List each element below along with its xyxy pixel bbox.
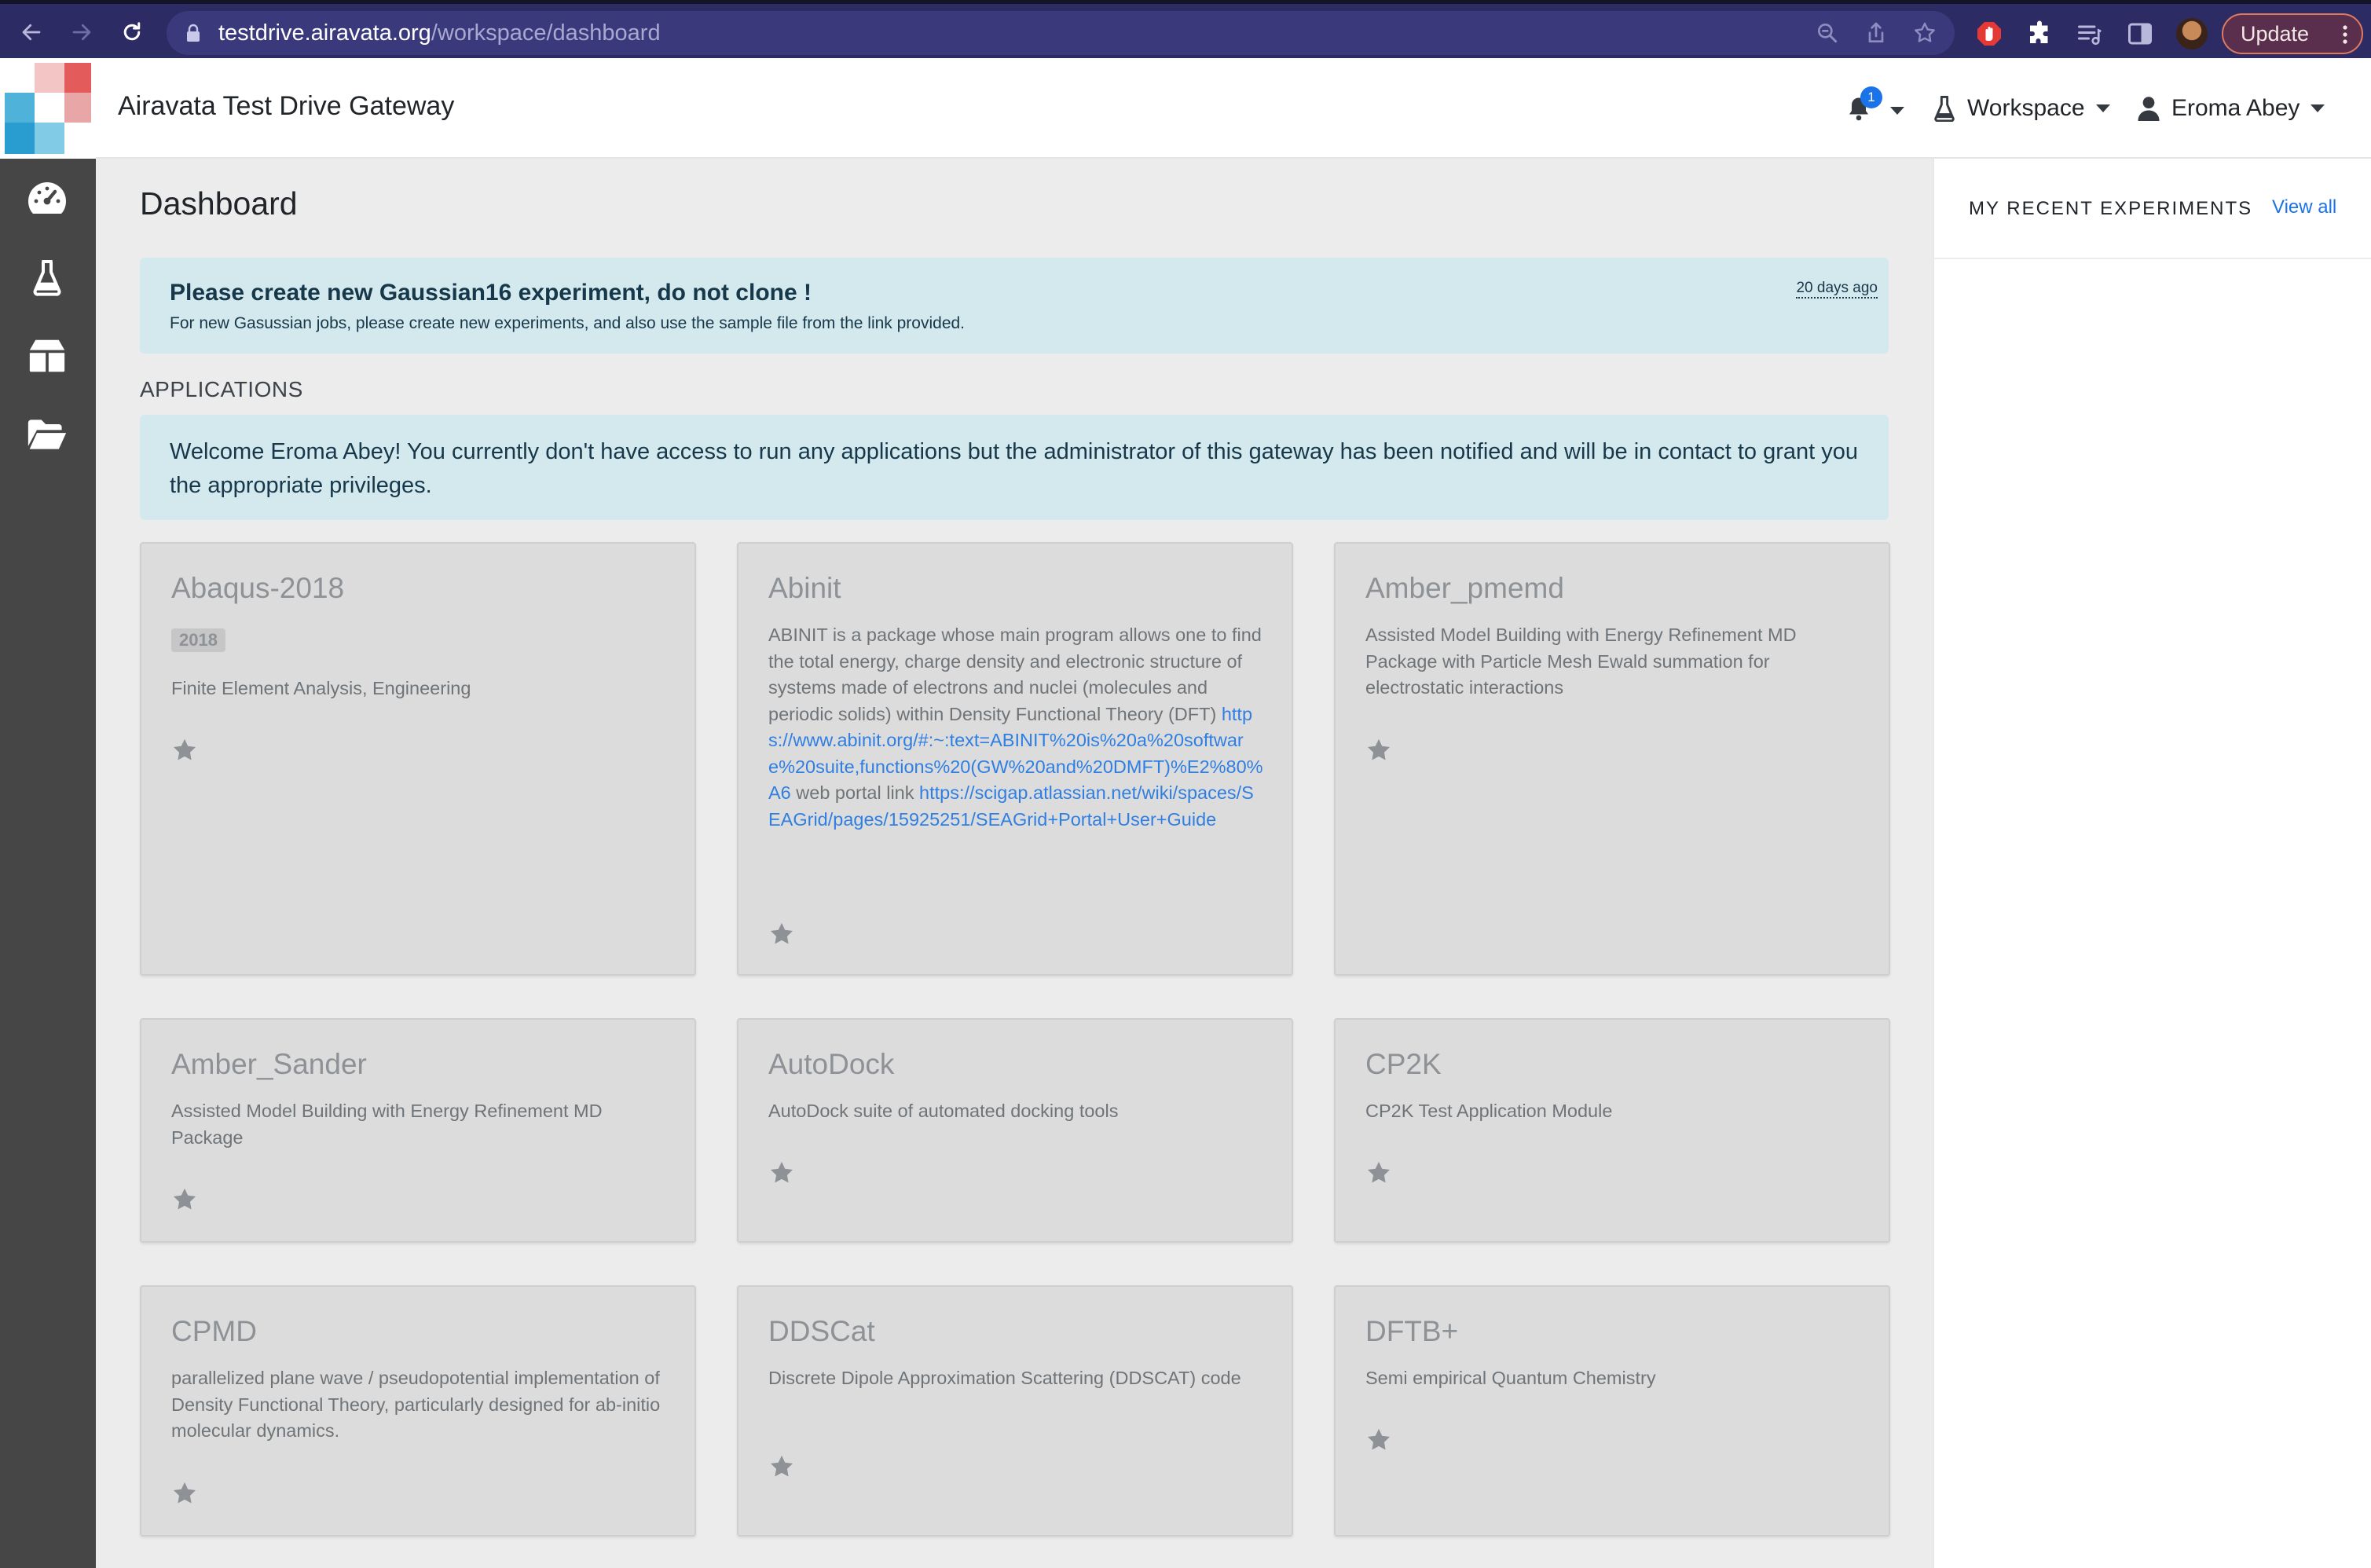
favorite-star-icon[interactable] [768,921,795,947]
dashboard-icon [28,182,66,214]
airavata-logo[interactable] [0,58,96,159]
workspace-dropdown[interactable]: Workspace [1933,93,2110,124]
sidebar-item-projects[interactable] [26,335,68,377]
app-name: DDSCat [768,1315,875,1347]
notice-timestamp: 20 days ago [1796,280,1878,299]
side-panel-icon[interactable] [2126,20,2154,48]
box-icon [29,339,65,372]
chevron-down-icon [2311,104,2325,112]
favorite-star-icon[interactable] [171,1480,198,1507]
update-button[interactable]: Update [2222,13,2363,54]
app-name: Amber_Sander [171,1048,367,1080]
app-description: ABINIT is a package whose main program a… [768,622,1265,833]
chevron-down-icon [2095,104,2110,112]
recent-experiments-header: MY RECENT EXPERIMENTS View all [1934,159,2371,259]
flask-icon [33,260,61,296]
app-card-ddscat[interactable]: DDSCat Discrete Dipole Approximation Sca… [737,1285,1293,1537]
app-name: AutoDock [768,1048,895,1080]
adblock-extension-icon[interactable] [1975,20,2003,48]
app-card-dftb[interactable]: DFTB+ Semi empirical Quantum Chemistry [1334,1285,1890,1537]
favorite-star-icon[interactable] [171,1186,198,1213]
more-options-icon [2343,25,2347,44]
flask-icon [1934,95,1955,122]
app-name: DFTB+ [1365,1315,1459,1347]
gateway-brand[interactable]: Airavata Test Drive Gateway [118,91,454,122]
gateway-navbar: Airavata Test Drive Gateway 1 Workspace … [0,58,2371,159]
address-bar[interactable]: testdrive.airavata.org/workspace/dashboa… [167,11,1955,55]
page-title: Dashboard [140,185,298,222]
app-card-abinit[interactable]: Abinit ABINIT is a package whose main pr… [737,542,1293,976]
app-description: Assisted Model Building with Energy Refi… [1365,625,1797,698]
app-name: Abaqus-2018 [171,572,345,604]
browser-toolbar: testdrive.airavata.org/workspace/dashboa… [0,0,2371,58]
main-content: Dashboard Please create new Gaussian16 e… [96,159,1933,1568]
app-version-tag: 2018 [171,628,225,652]
zoom-icon[interactable] [1815,20,1840,46]
url-text: testdrive.airavata.org/workspace/dashboa… [218,20,661,46]
recent-experiments-panel: MY RECENT EXPERIMENTS View all [1933,159,2371,1568]
favorite-star-icon[interactable] [171,737,198,764]
app-description: AutoDock suite of automated docking tool… [768,1101,1119,1121]
favorite-star-icon[interactable] [1365,737,1392,764]
arrow-left-icon [22,24,41,41]
media-queue-icon[interactable] [2076,20,2104,48]
access-alert: Welcome Eroma Abey! You currently don't … [140,415,1889,520]
link-caption: web portal link [796,782,914,803]
reload-button[interactable] [115,15,149,49]
bookmark-star-icon[interactable] [1912,20,1937,46]
app-name: Abinit [768,572,841,604]
recent-experiments-title: MY RECENT EXPERIMENTS [1969,198,2253,219]
share-icon[interactable] [1863,20,1889,46]
app-card-autodock[interactable]: AutoDock AutoDock suite of automated doc… [737,1018,1293,1243]
applications-heading: APPLICATIONS [140,377,303,401]
sidebar [0,159,96,1568]
app-card-cpmd[interactable]: CPMD parallelized plane wave / pseudopot… [140,1285,696,1537]
reload-icon [123,22,141,41]
app-description-text: ABINIT is a package whose main program a… [768,625,1262,724]
sidebar-item-storage[interactable] [26,413,68,456]
notification-count-badge: 1 [1860,86,1882,108]
app-name: CPMD [171,1315,257,1347]
folder-open-icon [27,419,67,449]
app-description: Finite Element Analysis, Engineering [171,678,471,698]
chevron-down-icon [1890,107,1904,115]
favorite-star-icon[interactable] [1365,1427,1392,1453]
forward-button[interactable] [64,15,99,49]
app-card-abaqus[interactable]: Abaqus-2018 2018 Finite Element Analysis… [140,542,696,976]
user-icon [2138,97,2160,121]
app-description: Semi empirical Quantum Chemistry [1365,1368,1656,1388]
app-description: Assisted Model Building with Energy Refi… [171,1101,603,1148]
back-button[interactable] [14,15,49,49]
favorite-star-icon[interactable] [1365,1160,1392,1186]
logo-mark [5,63,91,154]
sidebar-item-dashboard[interactable] [26,178,68,220]
app-name: CP2K [1365,1048,1442,1080]
user-dropdown[interactable]: Eroma Abey [2137,93,2325,124]
profile-avatar[interactable] [2176,18,2208,49]
sidebar-item-experiments[interactable] [26,256,68,299]
app-description: parallelized plane wave / pseudopotentia… [171,1368,661,1441]
workspace-label: Workspace [1967,95,2085,121]
favorite-star-icon[interactable] [768,1453,795,1480]
notice-alert: Please create new Gaussian16 experiment,… [140,258,1889,354]
notice-body: For new Gasussian jobs, please create ne… [170,314,966,332]
app-card-cp2k[interactable]: CP2K CP2K Test Application Module [1334,1018,1890,1243]
arrow-right-icon [72,24,91,41]
view-all-link[interactable]: View all [2272,196,2336,218]
lock-icon [187,24,200,42]
app-card-amber-pmemd[interactable]: Amber_pmemd Assisted Model Building with… [1334,542,1890,976]
notice-title: Please create new Gaussian16 experiment,… [170,280,812,306]
app-card-amber-sander[interactable]: Amber_Sander Assisted Model Building wit… [140,1018,696,1243]
app-description: CP2K Test Application Module [1365,1101,1613,1121]
app-description: Discrete Dipole Approximation Scattering… [768,1368,1241,1388]
update-label: Update [2241,21,2310,46]
favorite-star-icon[interactable] [768,1160,795,1186]
extensions-puzzle-icon[interactable] [2025,20,2054,48]
user-name: Eroma Abey [2171,95,2300,121]
app-name: Amber_pmemd [1365,572,1564,604]
